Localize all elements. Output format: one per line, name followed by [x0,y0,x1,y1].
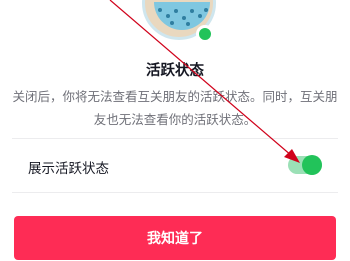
toggle-label: 展示活跃状态 [28,161,109,177]
confirm-button[interactable]: 我知道了 [14,216,336,260]
active-status-toggle[interactable] [288,155,322,175]
avatar-collar-pattern [156,6,208,26]
divider [12,138,338,139]
divider [12,192,338,193]
dialog-title: 活跃状态 [146,63,204,79]
online-status-dot-icon [196,25,214,43]
dialog-description: 关闭后，你将无法查看互关朋友的活跃状态。同时，互关朋友也无法查看你的活跃状态。 [12,89,338,127]
toggle-knob [302,155,322,175]
